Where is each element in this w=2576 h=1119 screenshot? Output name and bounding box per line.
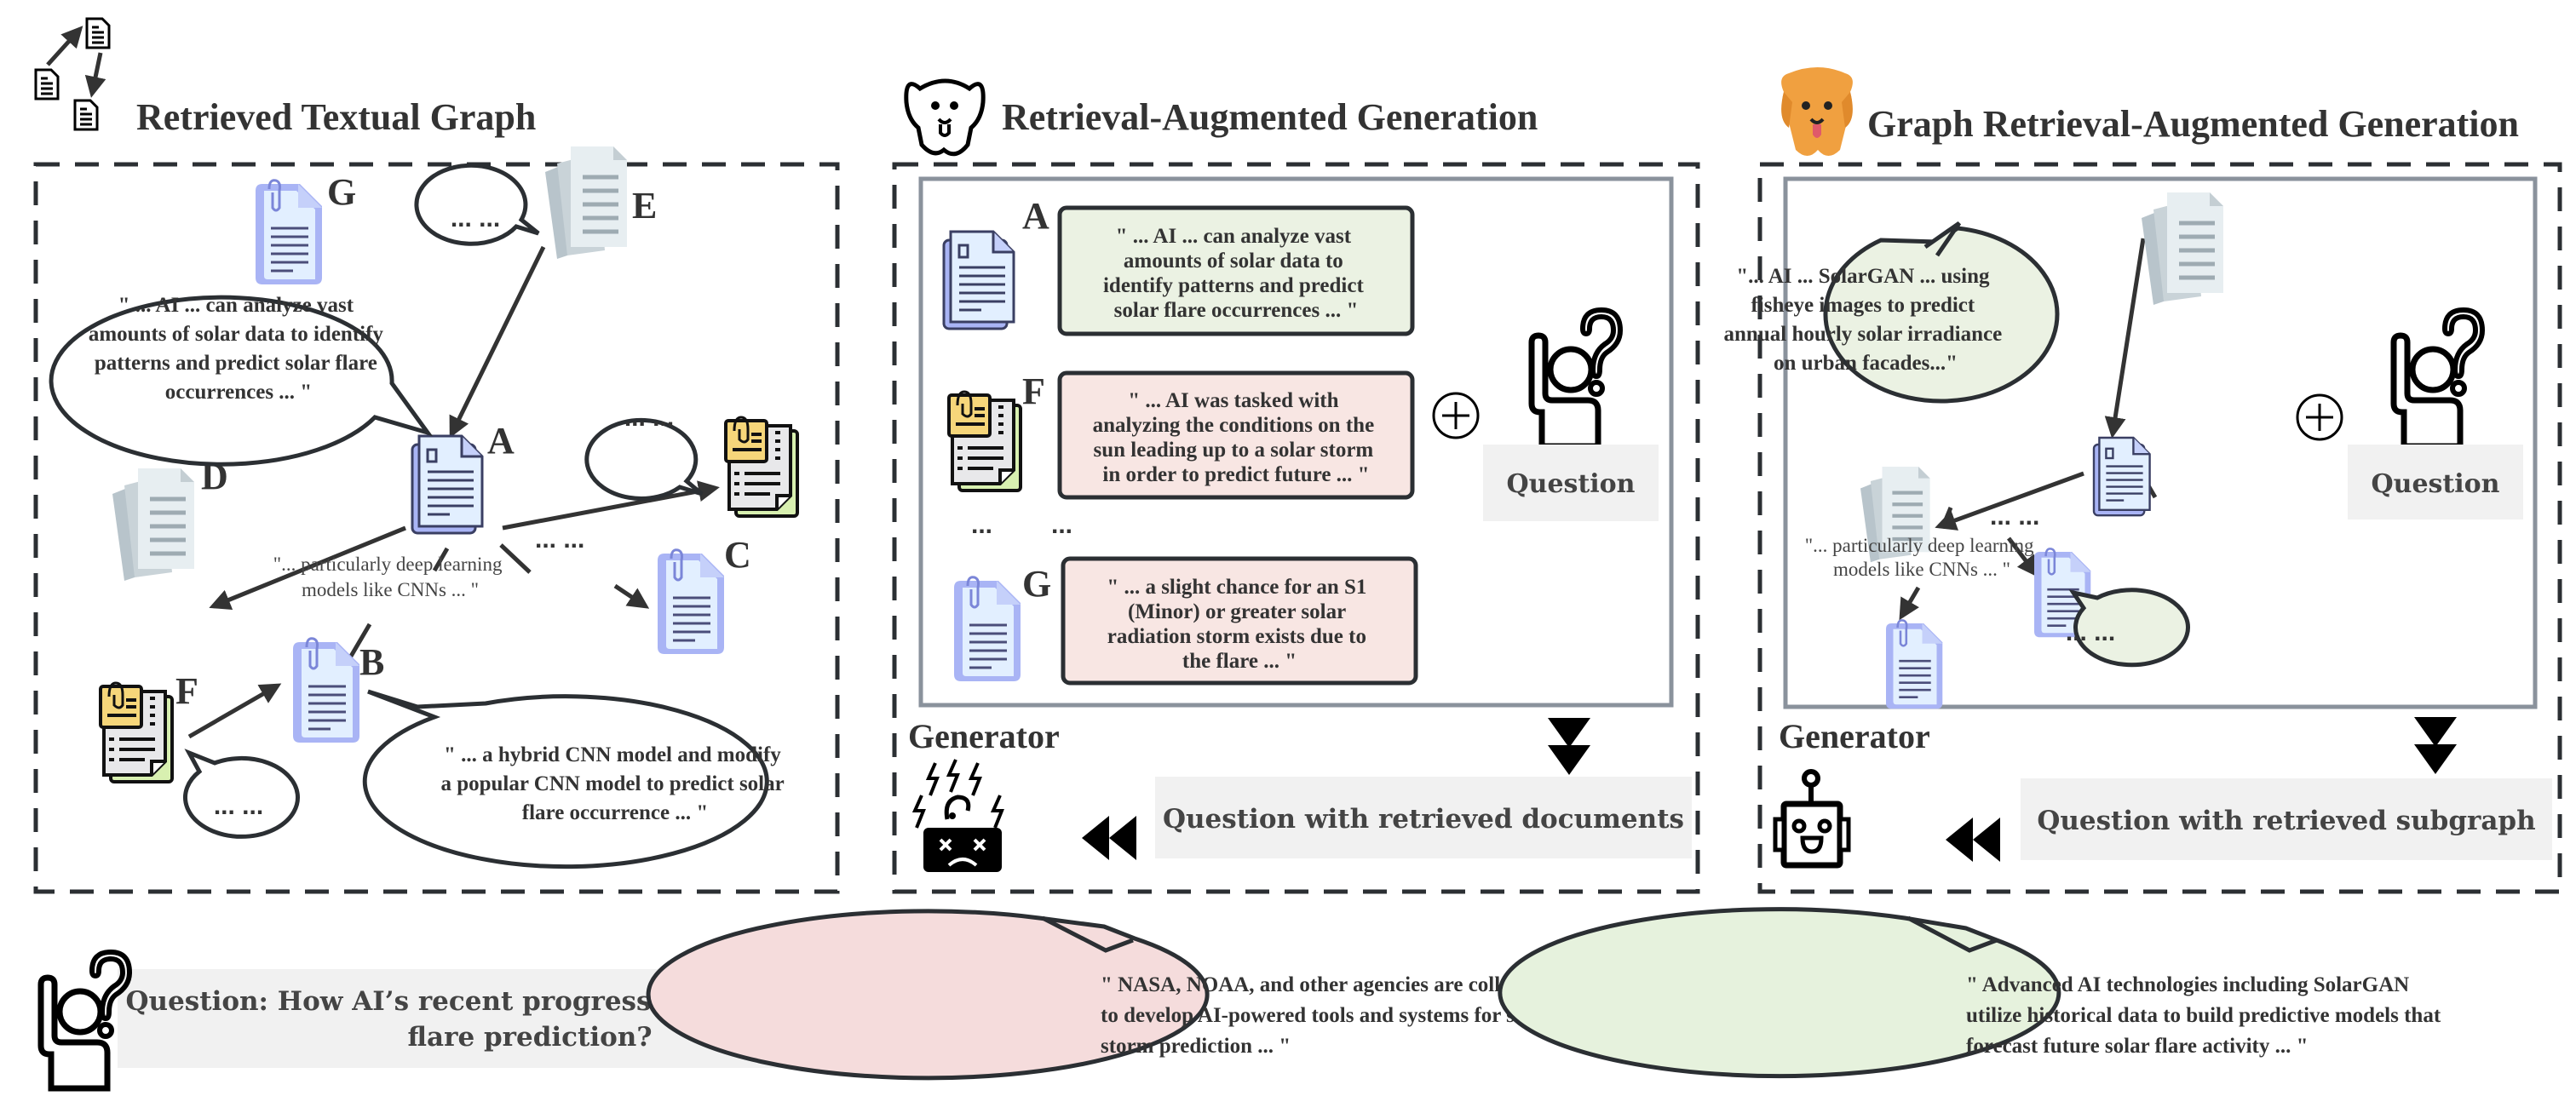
- question-person-icon: [41, 952, 129, 1088]
- rag-title: Retrieval-Augmented Generation: [1002, 96, 1538, 138]
- bubble-a-text: " ... AI ... can analyze vast amounts of…: [49, 294, 434, 467]
- dog-outline-icon: [904, 78, 986, 157]
- rag-doc-g-label: G: [1022, 563, 1051, 605]
- graph-rag-generator-label: Generator: [1779, 717, 1930, 755]
- rag-ellipsis-left: ...: [971, 511, 992, 539]
- diagram-canvas: Retrieved Textual Graph G E A D C B F ..…: [33, 17, 2562, 1119]
- node-f-label: F: [175, 670, 198, 712]
- broken-robot-icon: [911, 759, 1004, 872]
- rag-combined-label: Question with retrieved documents: [1163, 804, 1684, 835]
- node-a-label: A: [487, 420, 515, 462]
- bubble-b-text: " ... a hybrid CNN model and modify a po…: [362, 689, 785, 869]
- rag-ellipsis-right: ...: [1051, 511, 1072, 539]
- dog-color-icon: [1781, 67, 1853, 156]
- node-c-label: C: [724, 534, 751, 576]
- node-a[interactable]: A: [411, 420, 515, 535]
- svg-text:" Advanced AI technologies inc: " Advanced AI technologies including Sol…: [1966, 973, 2446, 1058]
- svg-text:... ...: ... ...: [451, 204, 500, 232]
- textual-graph-title: Retrieved Textual Graph: [136, 96, 536, 138]
- rag-answer-bubble: " NASA, NOAA, and other agencies are col…: [646, 909, 1590, 1081]
- svg-text:"... particularly deep learnin: "... particularly deep learning models l…: [273, 554, 507, 600]
- bubble-f-ellipsis: ... ...: [183, 749, 300, 839]
- rag-generator-label: Generator: [908, 717, 1060, 755]
- graph-rag-e-bubble: "... AI ... SolarGAN ... using fisheye i…: [1724, 221, 2060, 404]
- graph-rag-question-label: Question: [2372, 469, 2500, 499]
- node-b-label: B: [359, 641, 384, 683]
- rag-plus-icon: [1432, 392, 1480, 439]
- node-g-label: G: [327, 171, 356, 213]
- graph-rag-title: Graph Retrieval-Augmented Generation: [1867, 103, 2519, 145]
- rag-doc-f-label: F: [1022, 370, 1045, 412]
- graph-rag-left-arrows-icon: [1946, 818, 2000, 862]
- svg-text:... ...: ... ...: [624, 404, 674, 432]
- node-f[interactable]: F: [99, 670, 198, 783]
- graph-rag-ellipsis-edge: ... ...: [1990, 502, 2039, 531]
- node-d[interactable]: D: [112, 456, 228, 581]
- rag-down-arrows-icon: [1548, 718, 1590, 775]
- node-g[interactable]: G: [254, 171, 356, 286]
- bubble-e-ellipsis: ... ...: [414, 163, 540, 246]
- happy-robot-icon: [1773, 769, 1851, 869]
- graph-rag-plus-icon: [2296, 393, 2343, 441]
- node-e-label: E: [632, 185, 657, 227]
- svg-text:... ...: ... ...: [214, 792, 263, 820]
- node-unlabeled-note[interactable]: [724, 416, 799, 518]
- ellipsis-edge-a-c: ... ...: [535, 525, 584, 554]
- edge-label-a-b: "... particularly deep learning models l…: [273, 554, 507, 600]
- graph-rag-down-arrows-icon: [2414, 717, 2457, 774]
- graph-rag-node-a[interactable]: [2092, 436, 2151, 517]
- graph-rag-answer-bubble: " Advanced AI technologies including Sol…: [1498, 907, 2446, 1079]
- svg-text:... ...: ... ...: [2066, 618, 2115, 646]
- textual-graph-title-icon: [34, 17, 111, 131]
- rag-doc-a-label: A: [1022, 195, 1049, 237]
- graph-rag-combined-label: Question with retrieved subgraph: [2037, 806, 2535, 836]
- rag-question-label: Question: [1507, 469, 1636, 499]
- bubble-note-ellipsis: ... ...: [584, 404, 704, 501]
- rag-left-arrows-icon: [1082, 816, 1136, 860]
- node-c[interactable]: C: [656, 534, 751, 656]
